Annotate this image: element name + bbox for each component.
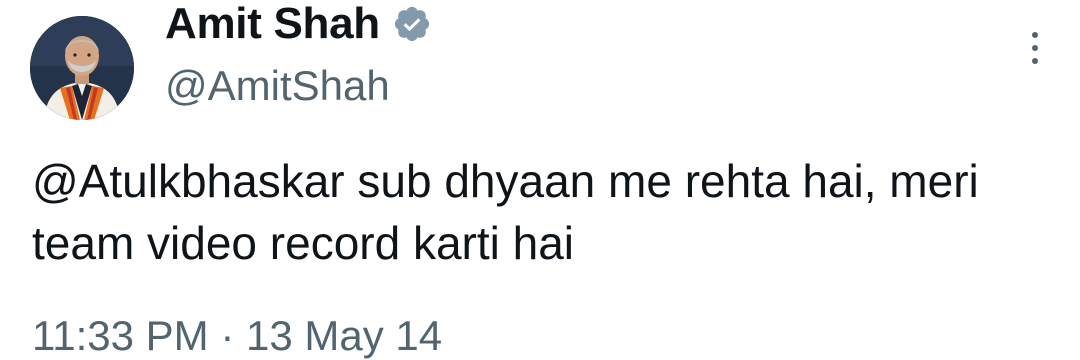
more-options-icon[interactable] <box>1028 30 1042 66</box>
tweet-timestamp[interactable]: 11:33 PM · 13 May 14 <box>32 312 442 360</box>
timestamp-separator: · <box>208 312 246 359</box>
author-name-row: Amit Shah <box>165 0 432 52</box>
mention-link[interactable]: @Atulkbhaskar <box>32 155 345 207</box>
verified-badge-icon <box>392 4 432 44</box>
author-display-name[interactable]: Amit Shah <box>165 0 380 49</box>
author-handle[interactable]: @AmitShah <box>165 62 390 110</box>
avatar-image <box>30 16 134 120</box>
tweet-date: 13 May 14 <box>245 312 443 359</box>
tweet-card: Amit Shah @AmitShah @Atulkbhaskar sub dh… <box>0 0 1080 360</box>
tweet-time: 11:33 PM <box>32 312 209 359</box>
tweet-text: @Atulkbhaskar sub dhyaan me rehta hai, m… <box>32 150 1042 274</box>
avatar[interactable] <box>30 16 134 120</box>
